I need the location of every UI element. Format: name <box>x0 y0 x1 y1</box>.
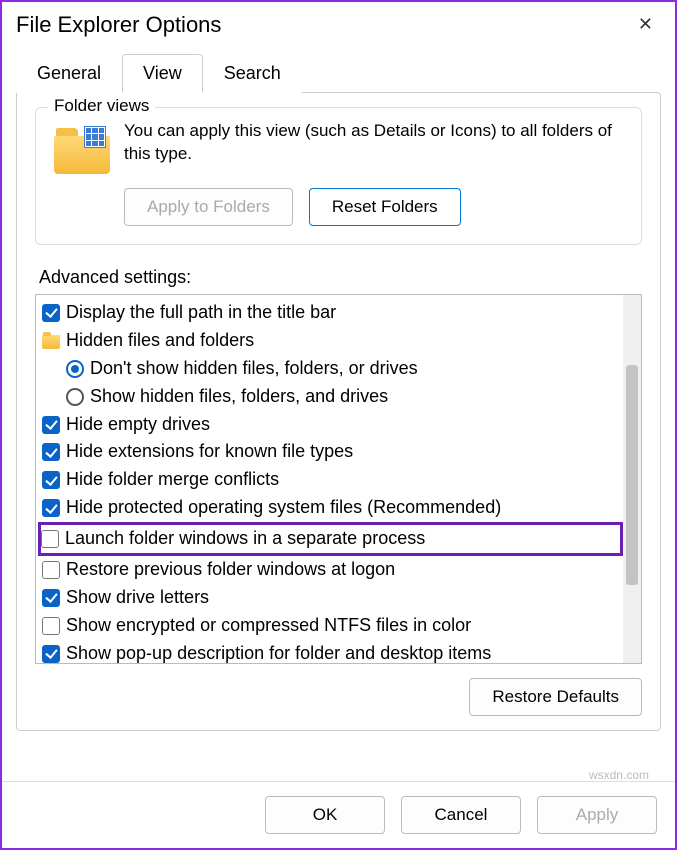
radio-icon[interactable] <box>66 388 84 406</box>
advanced-settings-list: Display the full path in the title barHi… <box>35 294 642 664</box>
setting-row[interactable]: Hide protected operating system files (R… <box>42 494 623 522</box>
restore-defaults-button[interactable]: Restore Defaults <box>469 678 642 716</box>
setting-row[interactable]: Hidden files and folders <box>42 327 623 355</box>
folder-icon <box>42 335 60 349</box>
scrollbar[interactable] <box>623 295 641 663</box>
cancel-button[interactable]: Cancel <box>401 796 521 834</box>
dialog-buttons: OK Cancel Apply <box>2 781 675 848</box>
ok-button[interactable]: OK <box>265 796 385 834</box>
setting-label: Hide folder merge conflicts <box>66 466 279 494</box>
tab-general[interactable]: General <box>16 54 122 93</box>
checkbox-icon[interactable] <box>42 416 60 434</box>
setting-label: Show drive letters <box>66 584 209 612</box>
setting-label: Show hidden files, folders, and drives <box>90 383 388 411</box>
setting-label: Hide protected operating system files (R… <box>66 494 501 522</box>
setting-row[interactable]: Hide folder merge conflicts <box>42 466 623 494</box>
checkbox-icon[interactable] <box>42 561 60 579</box>
setting-row[interactable]: Display the full path in the title bar <box>42 299 623 327</box>
setting-row[interactable]: Show encrypted or compressed NTFS files … <box>42 612 623 640</box>
close-icon[interactable]: ✕ <box>630 10 661 39</box>
apply-to-folders-button: Apply to Folders <box>124 188 293 226</box>
reset-folders-button[interactable]: Reset Folders <box>309 188 461 226</box>
folder-views-legend: Folder views <box>48 96 155 116</box>
folder-views-group: Folder views You can apply this view (su… <box>35 107 642 245</box>
tab-search[interactable]: Search <box>203 54 302 93</box>
setting-label: Don't show hidden files, folders, or dri… <box>90 355 418 383</box>
scrollbar-thumb[interactable] <box>626 365 638 585</box>
window-title: File Explorer Options <box>16 12 221 38</box>
setting-label: Launch folder windows in a separate proc… <box>65 525 425 553</box>
checkbox-icon[interactable] <box>42 443 60 461</box>
checkbox-icon[interactable] <box>42 589 60 607</box>
advanced-settings-label: Advanced settings: <box>39 267 642 288</box>
radio-icon[interactable] <box>66 360 84 378</box>
checkbox-icon[interactable] <box>41 530 59 548</box>
tab-view[interactable]: View <box>122 54 203 93</box>
checkbox-icon[interactable] <box>42 617 60 635</box>
tab-strip: General View Search <box>2 53 675 92</box>
setting-label: Show encrypted or compressed NTFS files … <box>66 612 471 640</box>
checkbox-icon[interactable] <box>42 304 60 322</box>
setting-row[interactable]: Launch folder windows in a separate proc… <box>38 522 623 556</box>
checkbox-icon[interactable] <box>42 471 60 489</box>
setting-row[interactable]: Show pop-up description for folder and d… <box>42 640 623 663</box>
apply-button: Apply <box>537 796 657 834</box>
setting-label: Restore previous folder windows at logon <box>66 556 395 584</box>
setting-label: Hide empty drives <box>66 411 210 439</box>
setting-row[interactable]: Hide extensions for known file types <box>42 438 623 466</box>
setting-label: Hide extensions for known file types <box>66 438 353 466</box>
setting-row[interactable]: Hide empty drives <box>42 411 623 439</box>
setting-row[interactable]: Restore previous folder windows at logon <box>42 556 623 584</box>
view-tabpanel: Folder views You can apply this view (su… <box>16 92 661 731</box>
setting-row[interactable]: Show hidden files, folders, and drives <box>42 383 623 411</box>
checkbox-icon[interactable] <box>42 499 60 517</box>
folder-icon <box>54 126 110 174</box>
setting-label: Show pop-up description for folder and d… <box>66 640 491 663</box>
checkbox-icon[interactable] <box>42 645 60 663</box>
setting-row[interactable]: Show drive letters <box>42 584 623 612</box>
setting-label: Display the full path in the title bar <box>66 299 336 327</box>
watermark: wsxdn.com <box>589 768 649 782</box>
setting-row[interactable]: Don't show hidden files, folders, or dri… <box>42 355 623 383</box>
setting-label: Hidden files and folders <box>66 327 254 355</box>
folder-views-description: You can apply this view (such as Details… <box>124 120 623 166</box>
